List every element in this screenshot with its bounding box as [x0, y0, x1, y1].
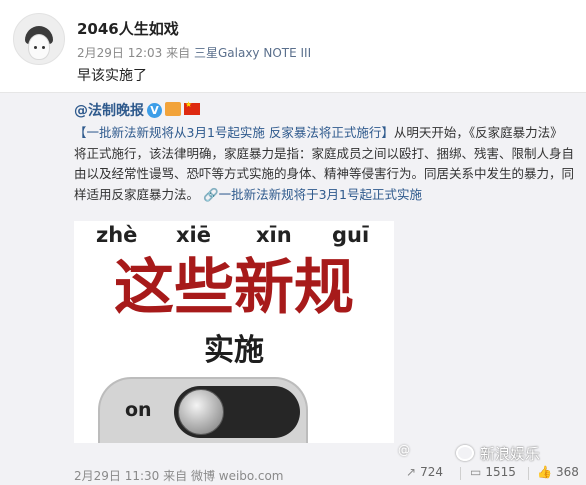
original-author: @法制晚报 V [74, 100, 200, 120]
original-source: 来自 微博 weibo.com [163, 469, 284, 483]
like-count: 368 [555, 465, 579, 479]
article-link-text: 一批新法新规将于3月1号起正式实施 [218, 186, 422, 202]
pinyin-4: guī [332, 223, 370, 247]
pinyin-row: zhè xiē xīn guī [74, 223, 394, 253]
post-header: 2046人生如戏 2月29日 12:03 来自 三星Galaxy NOTE II… [0, 0, 586, 92]
post-text: 早该实施了 [77, 68, 147, 84]
post-device: 三星Galaxy NOTE III [193, 46, 312, 60]
body-part-1: 从明天开始， [393, 125, 469, 140]
comment-count: 1515 [485, 465, 516, 479]
thumbs-up-icon: 👍 [537, 465, 552, 479]
watermark-small: @ [398, 443, 410, 457]
repost-stat[interactable]: ↗ 724 [406, 465, 443, 479]
stat-divider [528, 467, 529, 480]
comment-icon: ▭ [470, 465, 482, 479]
article-link[interactable]: 🔗一批新法新规将于3月1号起正式实施 [203, 187, 422, 202]
verified-icon: V [147, 103, 162, 118]
comment-stat[interactable]: ▭ 1515 [470, 465, 516, 479]
avatar-face [28, 34, 50, 60]
repost-icon: ↗ [406, 465, 417, 479]
like-stat[interactable]: 👍 368 [537, 465, 579, 479]
original-meta: 2月29日 11:30 来自 微博 weibo.com [74, 467, 284, 484]
original-post-text: 【一批新法新规将从3月1号起实施 反家暴法将正式施行】从明天开始，《反家庭暴力法… [74, 123, 574, 205]
watermark-text: 新浪娱乐 [480, 445, 541, 463]
post-date[interactable]: 2月29日 12:03 [77, 46, 162, 60]
toggle-knob [178, 389, 224, 435]
sina-ent-watermark: 新浪娱乐 [456, 443, 540, 464]
toggle-label: on [125, 399, 152, 421]
post-meta: 2月29日 12:03 来自 三星Galaxy NOTE III [77, 44, 311, 61]
poster-title: 这些新规 [114, 253, 354, 323]
poster-image[interactable]: zhè xiē xīn guī 这些新规 实施 on [74, 221, 394, 443]
stat-divider [460, 467, 461, 480]
headline: 【一批新法新规将从3月1号起实施 反家暴法将正式施行】 [74, 125, 394, 140]
pinyin-1: zhè [96, 223, 138, 247]
pinyin-3: xīn [256, 223, 292, 247]
book-title: 《反家庭暴力法》 [468, 125, 563, 140]
reposted-weibo: @法制晚报V 【一批新法新规将从3月1号起实施 反家暴法将正式施行】从明天开始，… [0, 92, 586, 485]
wechat-icon [456, 445, 474, 461]
pinyin-2: xiē [176, 223, 211, 247]
poster-subtitle: 实施 [204, 333, 264, 368]
member-badge-icon[interactable] [165, 102, 181, 116]
avatar-eye [34, 46, 37, 49]
china-flag-icon [184, 100, 200, 115]
avatar-eye [42, 46, 45, 49]
repost-count: 724 [420, 465, 443, 479]
post-source-prefix: 来自 [166, 46, 191, 60]
username[interactable]: 2046人生如戏 [77, 18, 179, 39]
user-avatar[interactable] [13, 13, 65, 65]
link-icon: 🔗 [203, 186, 219, 202]
original-date[interactable]: 2月29日 11:30 [74, 469, 159, 483]
original-author-name[interactable]: @法制晚报 [74, 103, 144, 119]
